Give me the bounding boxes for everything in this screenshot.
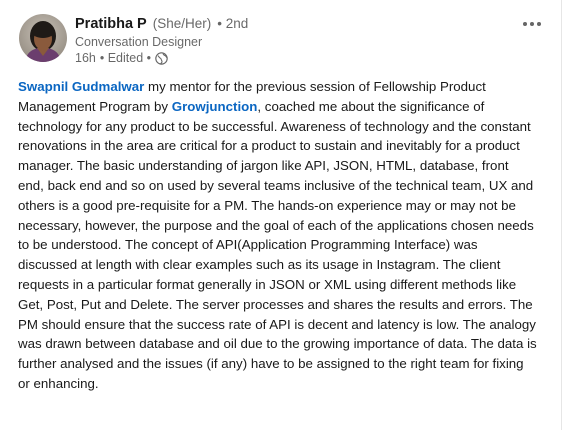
post-time: 16h [75, 51, 96, 65]
post-body: Swapnil Gudmalwar my mentor for the prev… [18, 77, 538, 394]
connection-degree: • 2nd [217, 16, 249, 31]
globe-icon [155, 51, 168, 65]
post-card: Pratibha P (She/Her) • 2nd Conversation … [0, 0, 562, 430]
avatar[interactable] [19, 14, 67, 62]
post-text: Swapnil Gudmalwar my mentor for the prev… [18, 77, 538, 394]
edited-label: • Edited • [99, 51, 152, 65]
post-text-part-2: , coached me about the significance of t… [18, 98, 537, 391]
post-header: Pratibha P (She/Her) • 2nd Conversation … [75, 16, 501, 65]
more-options-button[interactable] [517, 12, 547, 36]
more-options-icon [523, 22, 527, 26]
author-headline: Conversation Designer [75, 35, 203, 49]
author-name[interactable]: Pratibha P [75, 16, 147, 32]
mention-link-swapnil[interactable]: Swapnil Gudmalwar [18, 79, 144, 94]
author-line: Pratibha P (She/Her) • 2nd [75, 16, 501, 32]
profile-photo [19, 14, 67, 62]
mention-link-growjunction[interactable]: Growjunction [172, 99, 258, 114]
post-meta: 16h • Edited • [75, 51, 501, 65]
author-pronouns: (She/Her) [152, 16, 212, 31]
